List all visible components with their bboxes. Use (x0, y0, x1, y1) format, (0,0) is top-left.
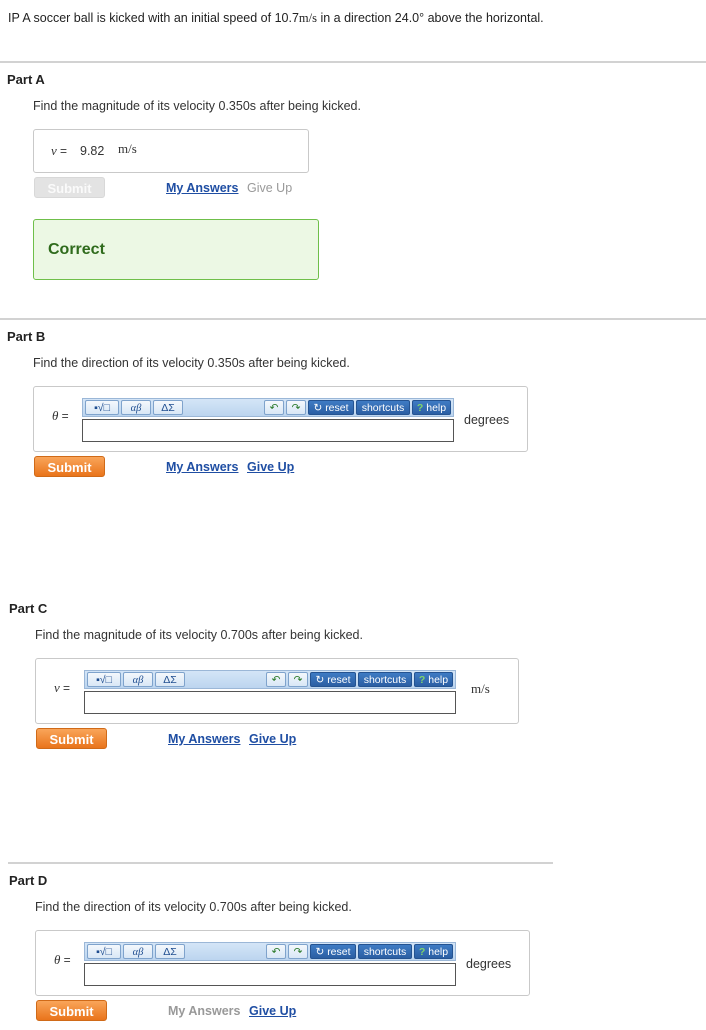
redo-icon[interactable]: ↷ (288, 672, 308, 687)
part-d-give-up-link[interactable]: Give Up (249, 1004, 296, 1018)
redo-icon[interactable]: ↷ (286, 400, 306, 415)
part-a-submit-button[interactable]: Submit (34, 177, 105, 198)
part-b-math-toolbar: ▪√□ αβ ΔΣ ↶ ↷ ↻ reset shortcuts ? help (82, 398, 454, 417)
part-a-feedback-box: Correct (33, 219, 319, 280)
part-b-unit: degrees (464, 413, 510, 427)
redo-icon[interactable]: ↷ (288, 944, 308, 959)
symbols-menu-button[interactable]: ΔΣ (155, 672, 185, 687)
symbols-menu-button[interactable]: ΔΣ (153, 400, 183, 415)
part-a-unit: m/s (118, 141, 137, 156)
part-c-give-up-link[interactable]: Give Up (249, 732, 296, 746)
part-d-math-toolbar: ▪√□ αβ ΔΣ ↶ ↷ ↻ reset shortcuts ? help (84, 942, 456, 961)
part-c-unit: m/s (471, 681, 490, 696)
part-a-title: Part A (7, 72, 45, 87)
part-d-variable: θ = (54, 952, 71, 967)
part-b-give-up-link[interactable]: Give Up (247, 460, 294, 474)
reset-icon: ↻ (313, 402, 323, 414)
undo-icon[interactable]: ↶ (266, 672, 286, 687)
problem-suffix: in a direction 24.0° above the horizonta… (316, 11, 544, 25)
templates-menu-button[interactable]: ▪√□ (87, 672, 121, 687)
problem-prefix: IP A soccer ball is kicked with an initi… (8, 11, 299, 25)
part-a-variable: v = (51, 143, 68, 158)
divider (8, 862, 553, 864)
reset-button[interactable]: ↻ reset (310, 672, 356, 687)
part-c-math-toolbar: ▪√□ αβ ΔΣ ↶ ↷ ↻ reset shortcuts ? help (84, 670, 456, 689)
reset-icon: ↻ (315, 946, 325, 958)
part-d-question: Find the direction of its velocity 0.700… (35, 900, 352, 914)
part-a-give-up-link: Give Up (247, 181, 293, 195)
part-a-feedback-text: Correct (48, 241, 105, 258)
part-c-my-answers-link[interactable]: My Answers (168, 732, 240, 746)
problem-speed-unit: m/s (298, 11, 317, 25)
shortcuts-button[interactable]: shortcuts (358, 672, 412, 687)
part-c-variable: v = (54, 680, 71, 695)
part-d-title: Part D (9, 873, 48, 888)
part-b-question: Find the direction of its velocity 0.350… (33, 356, 350, 370)
shortcuts-button[interactable]: shortcuts (356, 400, 410, 415)
part-d-answer-input[interactable] (84, 963, 456, 986)
part-a-answer-box: v = 9.82 m/s (33, 129, 309, 173)
symbols-menu-button[interactable]: ΔΣ (155, 944, 185, 959)
divider (0, 318, 706, 320)
part-c-question: Find the magnitude of its velocity 0.700… (35, 628, 363, 642)
help-button[interactable]: ? help (412, 400, 451, 415)
greek-menu-button[interactable]: αβ (123, 672, 153, 687)
greek-menu-button[interactable]: αβ (121, 400, 151, 415)
part-c-answer-box: v = ▪√□ αβ ΔΣ ↶ ↷ ↻ reset shortcuts ? he… (35, 658, 519, 724)
part-c-submit-button[interactable]: Submit (36, 728, 107, 749)
help-icon: ? (416, 402, 424, 414)
part-b-answer-input[interactable] (82, 419, 454, 442)
reset-icon: ↻ (315, 674, 325, 686)
help-icon: ? (418, 946, 426, 958)
part-a-my-answers-link[interactable]: My Answers (166, 181, 238, 195)
part-d-my-answers-link: My Answers (168, 1004, 241, 1018)
help-button[interactable]: ? help (414, 944, 453, 959)
part-b-variable: θ = (52, 408, 69, 423)
part-d-unit: degrees (466, 957, 512, 971)
part-c-answer-input[interactable] (84, 691, 456, 714)
help-button[interactable]: ? help (414, 672, 453, 687)
divider (0, 61, 706, 63)
templates-menu-button[interactable]: ▪√□ (87, 944, 121, 959)
part-c-title: Part C (9, 601, 48, 616)
undo-icon[interactable]: ↶ (264, 400, 284, 415)
templates-menu-button[interactable]: ▪√□ (85, 400, 119, 415)
part-b-my-answers-link[interactable]: My Answers (166, 460, 238, 474)
part-b-title: Part B (7, 329, 46, 344)
reset-button[interactable]: ↻ reset (308, 400, 354, 415)
part-a-answer-value: 9.82 (80, 144, 105, 158)
part-d-answer-box: θ = ▪√□ αβ ΔΣ ↶ ↷ ↻ reset shortcuts ? he… (35, 930, 530, 996)
help-icon: ? (418, 674, 426, 686)
part-a-question: Find the magnitude of its velocity 0.350… (33, 99, 361, 113)
undo-icon[interactable]: ↶ (266, 944, 286, 959)
reset-button[interactable]: ↻ reset (310, 944, 356, 959)
part-b-answer-box: θ = ▪√□ αβ ΔΣ ↶ ↷ ↻ reset shortcuts ? he… (33, 386, 528, 452)
greek-menu-button[interactable]: αβ (123, 944, 153, 959)
shortcuts-button[interactable]: shortcuts (358, 944, 412, 959)
problem-statement: IP A soccer ball is kicked with an initi… (8, 11, 544, 26)
part-b-submit-button[interactable]: Submit (34, 456, 105, 477)
part-d-submit-button[interactable]: Submit (36, 1000, 107, 1021)
